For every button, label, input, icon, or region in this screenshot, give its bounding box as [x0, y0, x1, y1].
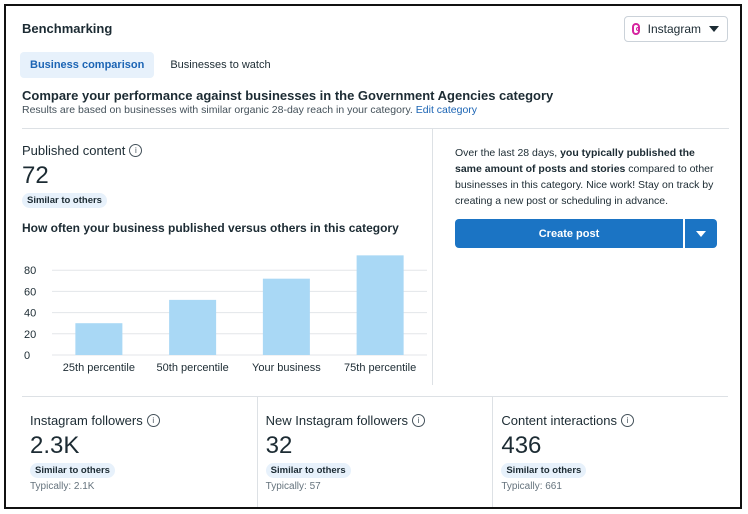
- create-post-dropdown-button[interactable]: [685, 219, 717, 248]
- x-tick-label: 75th percentile: [344, 362, 416, 374]
- insight-text-start: Over the last 28 days,: [455, 147, 558, 159]
- bar: [356, 255, 404, 355]
- comparison-headline: Compare your performance against busines…: [22, 88, 554, 103]
- status-badge: Similar to others: [501, 463, 587, 478]
- stat-value: 436: [501, 432, 542, 459]
- x-tick-label: 50th percentile: [157, 362, 229, 374]
- published-comparison-chart: 0 20 40 60 80 25th percentile 50th percentile Y…: [24, 255, 427, 374]
- status-badge: Similar to others: [265, 463, 351, 478]
- info-icon[interactable]: i: [620, 414, 634, 427]
- stat-value: 2.3K: [30, 432, 80, 459]
- y-tick-label: 0: [24, 350, 30, 362]
- y-tick-label: 80: [24, 265, 36, 277]
- x-tick-label: 25th percentile: [63, 362, 135, 374]
- status-badge: Similar to others: [22, 193, 107, 208]
- stat-label-text: Instagram followers: [30, 413, 143, 428]
- chart-title: How often your business published versus…: [22, 221, 399, 235]
- stat-typical: Typically: 2.1K: [30, 481, 95, 492]
- insight-panel: Over the last 28 days, you typically pub…: [432, 128, 729, 385]
- published-content-panel: Published content i 72 Similar to others…: [22, 128, 432, 385]
- benchmarking-card: Benchmarking Instagram Business comparis…: [4, 4, 742, 509]
- published-content-value: 72: [22, 162, 49, 189]
- tab-bar: Business comparison Businesses to watch: [20, 52, 281, 78]
- bar: [75, 323, 123, 355]
- platform-selector[interactable]: Instagram: [624, 16, 728, 42]
- x-tick-label: Your business: [252, 362, 321, 374]
- tab-business-comparison[interactable]: Business comparison: [20, 52, 155, 78]
- stat-value: 32: [265, 432, 293, 459]
- stat-label: Content interactions i: [501, 413, 728, 428]
- info-icon[interactable]: i: [146, 414, 160, 427]
- create-post-button[interactable]: Create post: [455, 219, 683, 248]
- edit-category-link[interactable]: Edit category: [416, 104, 477, 116]
- bar: [169, 299, 217, 355]
- stat-label-text: New Instagram followers: [265, 413, 408, 428]
- info-icon[interactable]: i: [412, 414, 425, 427]
- y-tick-label: 60: [24, 286, 36, 298]
- instagram-icon: [632, 23, 640, 35]
- stat-label: Instagram followers i: [30, 413, 257, 428]
- published-content-label: Published content i: [22, 143, 143, 158]
- y-tick-label: 20: [24, 329, 36, 341]
- stat-new-instagram-followers: New Instagram followers i 32 Similar to …: [256, 397, 493, 507]
- info-icon[interactable]: i: [129, 144, 143, 157]
- y-tick-label: 40: [24, 308, 36, 320]
- published-label-text: Published content: [22, 143, 126, 158]
- card-title: Benchmarking: [22, 21, 113, 36]
- stat-instagram-followers: Instagram followers i 2.3K Similar to ot…: [22, 397, 257, 507]
- subtext: Results are based on businesses with sim…: [22, 104, 413, 116]
- comparison-subtext: Results are based on businesses with sim…: [22, 104, 477, 116]
- insight-text: Over the last 28 days, you typically pub…: [455, 145, 717, 209]
- status-badge: Similar to others: [30, 463, 115, 478]
- tab-businesses-to-watch[interactable]: Businesses to watch: [160, 52, 280, 78]
- stat-label: New Instagram followers i: [266, 413, 493, 428]
- create-post-split-button: Create post: [455, 219, 717, 248]
- chevron-down-icon: [709, 26, 719, 32]
- stat-typical: Typically: 57: [265, 481, 321, 492]
- bar: [262, 278, 310, 355]
- stats-row: Instagram followers i 2.3K Similar to ot…: [22, 396, 728, 507]
- stat-typical: Typically: 661: [501, 481, 562, 492]
- stat-label-text: Content interactions: [501, 413, 617, 428]
- platform-label: Instagram: [647, 22, 701, 36]
- stat-content-interactions: Content interactions i 436 Similar to ot…: [492, 397, 728, 507]
- chevron-down-icon: [696, 230, 706, 237]
